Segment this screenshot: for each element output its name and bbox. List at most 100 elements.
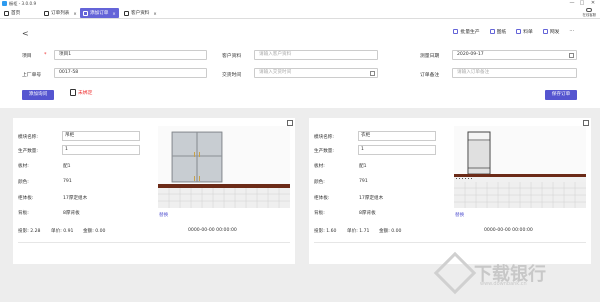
calendar-icon	[569, 52, 574, 58]
timestamp-text: 0000-00-00 00:00:00	[188, 228, 237, 233]
amount-text: 金额: 0.00	[83, 229, 106, 234]
module-card: 模块名称: 衣柜 生产数量: 1 板材: 配1 颜色: 791 柜体板: 17厚…	[309, 118, 591, 264]
tab-close-icon[interactable]: ×	[153, 11, 156, 16]
online-service-button[interactable]: 在线客服	[582, 8, 596, 17]
board-value: 配1	[359, 164, 367, 169]
quantity-label: 生产数量:	[18, 149, 38, 154]
tab-add-order[interactable]: 添加订单 ×	[80, 8, 119, 18]
back-board-value: 8厚背板	[359, 211, 376, 216]
module-name-input[interactable]: 吊柜	[62, 131, 140, 141]
list-icon	[44, 10, 49, 16]
nav-bar: 首页 订单列表 × 添加订单 × 客户资料 × 在线客服	[0, 7, 600, 19]
order-remark-label: 订单备注	[420, 73, 440, 78]
factory-no-label: 上厂单号	[22, 73, 42, 78]
module-name-input[interactable]: 衣柜	[358, 131, 436, 141]
title-bar: 橱柜 - 3.0.0.9 — □ ✕	[0, 0, 600, 7]
unit-price-text: 单价: 1.71	[347, 229, 370, 234]
back-board-value: 8厚背板	[63, 211, 80, 216]
watermark-url: www.downbank.cn	[480, 281, 527, 287]
app-logo-icon	[2, 1, 7, 6]
back-board-label: 背板:	[18, 211, 29, 216]
area-text: 投影: 2.28	[18, 229, 41, 234]
quantity-input[interactable]: 1	[358, 145, 436, 155]
unit-price-text: 单价: 0.91	[51, 229, 74, 234]
toolbar: 批量生产 图纸 料单 网发 ···	[453, 28, 574, 35]
customer-input[interactable]: 请输入客户资料	[254, 50, 378, 60]
board-label: 板材:	[18, 164, 29, 169]
delivery-time-label: 交货时间	[222, 73, 242, 78]
delivery-time-placeholder: 请输入交货时间	[259, 70, 292, 75]
add-measure-button[interactable]: 添加询问	[22, 90, 54, 100]
project-input[interactable]: 项目1	[54, 50, 207, 60]
color-label: 颜色:	[314, 180, 325, 185]
customer-label: 客户资料	[222, 54, 242, 59]
timestamp-text: 0000-00-00 00:00:00	[484, 228, 533, 233]
back-board-label: 背板:	[314, 211, 325, 216]
online-service-label: 在线客服	[582, 13, 596, 17]
tab-customer[interactable]: 客户资料 ×	[124, 8, 157, 18]
order-form: < 批量生产 图纸 料单 网发 ··· 项目 * 项目1 客户资料 请输入客户资…	[0, 20, 600, 108]
edge-value: 17厚定组木	[63, 196, 88, 201]
save-order-button[interactable]: 保存订单	[545, 90, 577, 100]
color-label: 颜色:	[18, 180, 29, 185]
factory-no-input[interactable]: 0017-58	[54, 68, 207, 78]
module-card: 模块名称: 吊柜 生产数量: 1 板材: 配1 颜色: 791 柜体板: 17厚…	[13, 118, 295, 264]
replace-link[interactable]: 替换	[455, 212, 464, 218]
wardrobe-preview-image	[454, 126, 586, 208]
close-window-button[interactable]: ✕	[589, 0, 597, 6]
calendar-icon	[370, 70, 375, 76]
share-icon	[542, 29, 548, 34]
cabinet-preview-image	[158, 126, 290, 208]
module-name-label: 模块名称:	[18, 135, 38, 140]
required-mark: *	[44, 52, 47, 58]
divider	[314, 242, 586, 243]
minimize-button[interactable]: —	[568, 0, 576, 6]
lock-icon	[70, 89, 76, 96]
edge-label: 柜体板:	[18, 196, 34, 201]
replace-link[interactable]: 替换	[159, 212, 168, 218]
materials-button[interactable]: 料单	[516, 28, 533, 35]
watermark-logo-icon	[433, 251, 477, 295]
nav-home[interactable]: 首页	[4, 8, 20, 18]
batch-icon	[453, 29, 459, 34]
area-text: 投影: 1.60	[314, 229, 337, 234]
more-button[interactable]: ···	[569, 28, 574, 35]
drawing-icon	[489, 29, 495, 34]
back-button[interactable]: <	[22, 29, 29, 38]
quantity-label: 生产数量:	[314, 149, 334, 154]
edge-value: 17厚定组木	[359, 196, 384, 201]
color-value: 791	[359, 179, 368, 184]
measure-date-input[interactable]: 2020-09-17	[452, 50, 577, 60]
tab-order-list[interactable]: 订单列表 ×	[44, 8, 77, 18]
tab-close-icon[interactable]: ×	[73, 11, 76, 16]
watermark: 下载银行 www.downbank.cn	[433, 251, 546, 295]
tab-order-list-label: 订单列表	[51, 11, 70, 16]
maximize-button[interactable]: □	[578, 0, 586, 6]
share-button[interactable]: 网发	[542, 28, 559, 35]
drawing-button[interactable]: 图纸	[489, 28, 506, 35]
project-label: 项目	[22, 54, 32, 59]
batch-produce-button[interactable]: 批量生产	[453, 28, 480, 35]
divider	[18, 242, 290, 243]
nav-home-label: 首页	[11, 11, 21, 16]
measure-date-value: 2020-09-17	[457, 52, 484, 57]
edge-label: 柜体板:	[314, 196, 330, 201]
unbind-status[interactable]: 未绑定	[70, 89, 92, 96]
tab-add-order-label: 添加订单	[90, 11, 109, 16]
unbind-label: 未绑定	[78, 91, 93, 96]
add-order-icon	[83, 10, 88, 16]
tab-close-icon[interactable]: ×	[112, 11, 115, 16]
customer-icon	[124, 10, 129, 16]
delivery-time-input[interactable]: 请输入交货时间	[254, 68, 378, 78]
materials-icon	[516, 29, 522, 34]
quantity-input[interactable]: 1	[62, 145, 140, 155]
amount-text: 金额: 0.00	[379, 229, 402, 234]
tab-customer-label: 客户资料	[131, 11, 150, 16]
order-remark-input[interactable]: 请输入订单备注	[452, 68, 577, 78]
home-icon	[4, 10, 9, 16]
window-title: 橱柜 - 3.0.0.9	[9, 0, 37, 6]
measure-date-label: 测量日期	[420, 54, 440, 59]
board-value: 配1	[63, 164, 71, 169]
board-label: 板材:	[314, 164, 325, 169]
module-name-label: 模块名称:	[314, 135, 334, 140]
